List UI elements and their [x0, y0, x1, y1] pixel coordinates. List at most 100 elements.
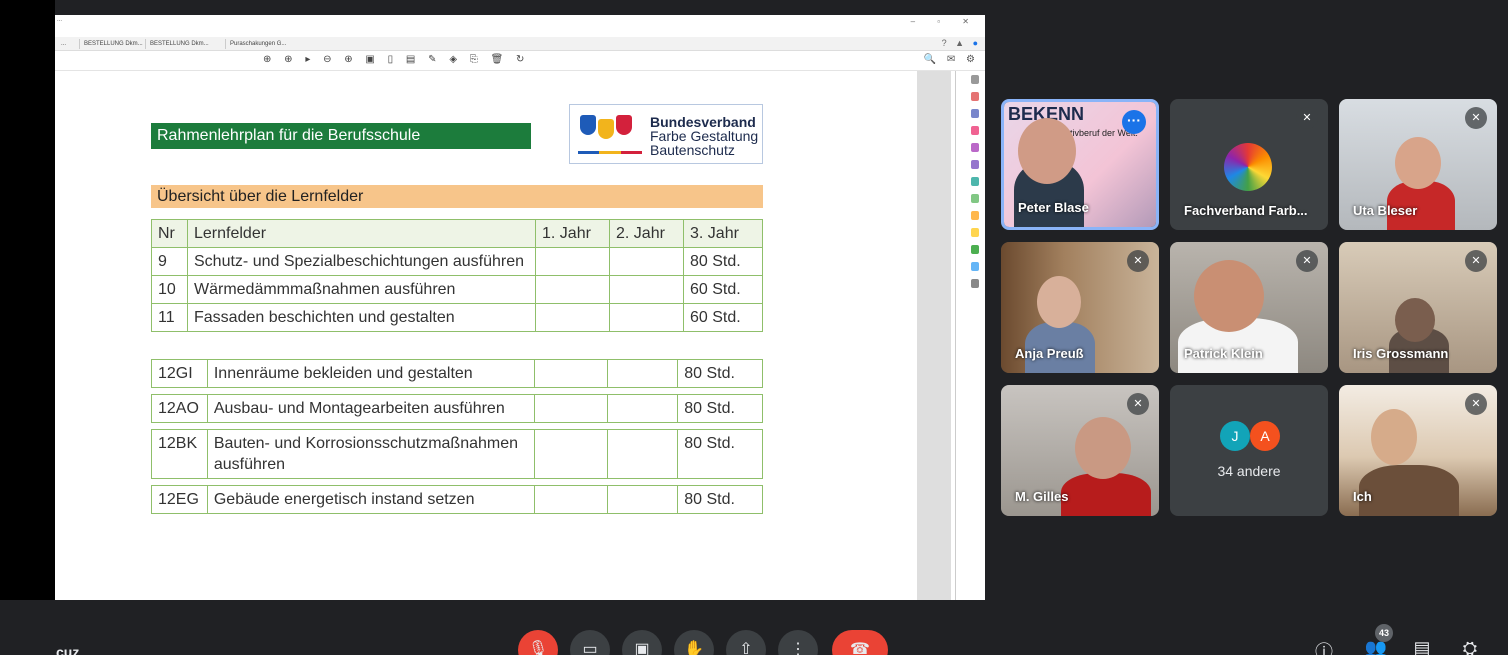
pdf-tool-icons[interactable]: ⊕ ⊕ ▸ ⊖ ⊕ ▣ ▯ ▤ ✎ ◈ ⎘ 🗑 ↻ [263, 54, 529, 65]
chat-icon[interactable]: ▤ [1410, 638, 1434, 655]
cell-nr: 9 [151, 247, 188, 276]
mic-off-icon: ✕ [1465, 250, 1487, 272]
pdf-tabs: ... BESTELLUNG Dkm... BESTELLUNG Dkm... … [55, 37, 985, 51]
cell-name: Bauten- und Korrosionsschutzmaßnahmen au… [208, 430, 535, 478]
pdf-page: Rahmenlehrplan für die Berufsschule Bund… [55, 71, 917, 600]
mic-off-icon: ✕ [1465, 393, 1487, 415]
doc-heading: Rahmenlehrplan für die Berufsschule [151, 123, 531, 149]
cell-year3: 80 Std. [684, 365, 735, 382]
pdf-scrollbar[interactable] [917, 71, 951, 600]
cell-year3: 80 Std. [684, 491, 735, 508]
captions-icon: ▣ [634, 641, 650, 655]
pdf-titlebar: ... – ▫ ✕ [55, 15, 985, 37]
cell-name: Schutz- und Spezialbeschichtungen ausfüh… [187, 247, 536, 276]
table-row: 11 Fassaden beschichten und gestalten 60… [151, 303, 763, 332]
more-options-button[interactable]: ⋮ [778, 630, 818, 655]
table-row: 12BK Bauten- und Korrosionsschutzmaßnahm… [151, 429, 763, 479]
mic-off-icon: ✕ [1127, 393, 1149, 415]
cell-name: Innenräume bekleiden und gestalten [208, 360, 535, 387]
logo-stripe [578, 151, 642, 154]
logo-text: Bundesverband Farbe Gestaltung Bautensch… [650, 114, 759, 158]
cell-year1 [535, 247, 610, 276]
camera-button[interactable]: ▭ [570, 630, 610, 655]
participant-tile[interactable]: ✕ M. Gilles [1001, 385, 1159, 516]
mic-off-button[interactable]: 🎙 [518, 630, 558, 655]
pdf-tab[interactable]: ... [57, 39, 70, 49]
pdf-menu[interactable]: ... [57, 17, 62, 24]
cell-year2 [609, 303, 684, 332]
cell-nr: 10 [151, 275, 188, 304]
hang-up-icon: ☎ [850, 641, 870, 655]
cell-nr: 12EG [152, 486, 208, 513]
cell-name: Gebäude energetisch instand setzen [208, 486, 535, 513]
participant-tile[interactable]: ✕ Uta Bleser [1339, 99, 1497, 230]
cell-year2 [608, 360, 679, 387]
col-name: Lernfelder [187, 219, 536, 248]
meeting-name: cuz [56, 644, 80, 655]
table-row: 9 Schutz- und Spezialbeschichtungen ausf… [151, 247, 763, 276]
participant-name: Patrick Klein [1184, 346, 1263, 361]
cell-name: Fassaden beschichten und gestalten [187, 303, 536, 332]
avatar: J [1220, 421, 1250, 451]
participant-tile[interactable]: ✕ Iris Grossmann [1339, 242, 1497, 373]
meeting-controls: cuz 🎙 ▭ ▣ ✋ ⇧ ⋮ ☎ ⓘ 👥 43 ▤ ⛭ [0, 600, 1508, 655]
participant-name: Iris Grossmann [1353, 346, 1449, 361]
participant-name: Ich [1353, 489, 1372, 504]
pdf-tab[interactable]: BESTELLUNG Dkm... [145, 39, 213, 49]
tab-actions[interactable]: ? ▲ ● [942, 38, 981, 48]
participant-tile-others[interactable]: J A 34 andere [1170, 385, 1328, 516]
left-edge [0, 0, 55, 600]
fachverband-logo [1224, 143, 1272, 191]
cell-year1 [535, 303, 610, 332]
raise-hand-icon: ✋ [684, 641, 704, 655]
col-year2: 2. Jahr [609, 219, 684, 248]
mic-off-icon: ✕ [1127, 250, 1149, 272]
captions-button[interactable]: ▣ [622, 630, 662, 655]
participant-tile[interactable]: ✕ Fachverband Farb... [1170, 99, 1328, 230]
activities-icon[interactable]: ⛭ [1458, 638, 1482, 655]
cell-nr: 12GI [152, 360, 208, 387]
cell-year2 [609, 247, 684, 276]
col-nr: Nr [151, 219, 188, 248]
participant-tile-self[interactable]: ✕ Ich [1339, 385, 1497, 516]
cell-year2 [608, 395, 679, 422]
participant-tile[interactable]: BEKENN tivberuf der Welt. ··· Peter Blas… [1001, 99, 1159, 230]
lernfelder-table: Nr Lernfelder 1. Jahr 2. Jahr 3. Jahr 9 … [151, 219, 763, 332]
raise-hand-button[interactable]: ✋ [674, 630, 714, 655]
cell-nr: 12AO [152, 395, 208, 422]
cell-year1 [535, 275, 610, 304]
hang-up-button[interactable]: ☎ [832, 630, 888, 655]
cell-year3: 80 Std. [684, 435, 735, 452]
section-title: Übersicht über die Lernfelder [151, 185, 763, 208]
cell-year3: 60 Std. [683, 303, 763, 332]
cell-name: Wärmedämmmaßnahmen ausführen [187, 275, 536, 304]
shared-screen[interactable]: ... – ▫ ✕ ... BESTELLUNG Dkm... BESTELLU… [55, 15, 985, 600]
cell-name: Ausbau- und Montagearbeiten ausführen [208, 395, 535, 422]
cell-year1 [535, 486, 609, 513]
pdf-side-tools[interactable] [967, 75, 983, 288]
participant-tile[interactable]: ✕ Patrick Klein [1170, 242, 1328, 373]
window-controls[interactable]: – ▫ ✕ [911, 17, 979, 26]
participant-name: Uta Bleser [1353, 203, 1418, 218]
more-vert-icon: ⋮ [790, 641, 806, 655]
present-icon: ⇧ [739, 641, 753, 655]
people-count-badge: 43 [1375, 624, 1393, 642]
participant-tile[interactable]: ✕ Anja Preuß [1001, 242, 1159, 373]
avatar: A [1250, 421, 1280, 451]
pdf-tab[interactable]: BESTELLUNG Dkm... [79, 39, 147, 49]
table-row: 10 Wärmedämmmaßnahmen ausführen 60 Std. [151, 275, 763, 304]
mic-off-icon: ✕ [1296, 250, 1318, 272]
pdf-right-tools[interactable]: 🔍 ✉ ⚙ [924, 54, 979, 65]
info-icon[interactable]: ⓘ [1312, 638, 1336, 655]
cell-nr: 11 [151, 303, 188, 332]
participant-name: Anja Preuß [1015, 346, 1084, 361]
cell-nr: 12BK [152, 430, 208, 478]
present-button[interactable]: ⇧ [726, 630, 766, 655]
more-options-icon[interactable]: ··· [1122, 110, 1146, 134]
meet-window: ... – ▫ ✕ ... BESTELLUNG Dkm... BESTELLU… [0, 0, 1508, 655]
pdf-tab[interactable]: Puraschakungen G... [225, 39, 290, 49]
camera-icon: ▭ [582, 641, 598, 655]
cell-year3: 80 Std. [684, 400, 735, 417]
participant-name: M. Gilles [1015, 489, 1069, 504]
others-count: 34 andere [1217, 463, 1281, 479]
